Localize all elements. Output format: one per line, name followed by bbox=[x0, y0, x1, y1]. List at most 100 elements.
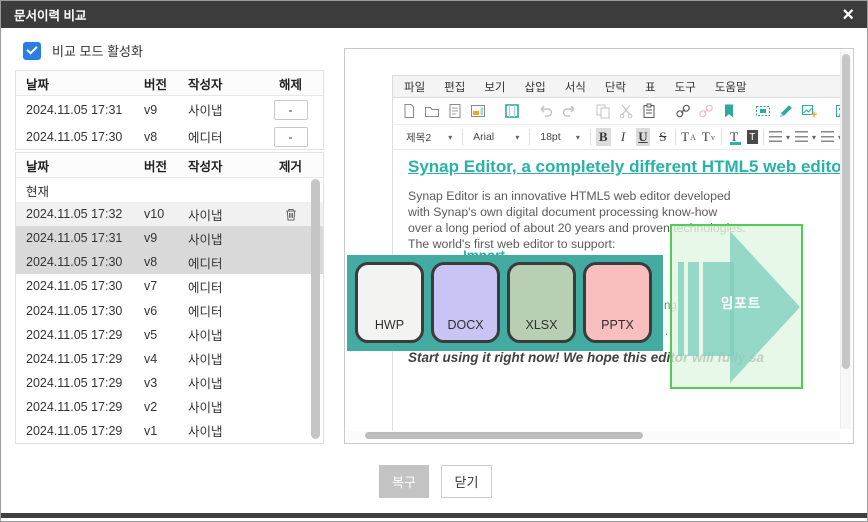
release-button[interactable]: - bbox=[274, 100, 308, 120]
trash-icon[interactable] bbox=[284, 207, 298, 222]
date-cell: 2024.11.05 17:29 bbox=[16, 328, 144, 342]
version-cell: v4 bbox=[144, 352, 188, 366]
image-add-icon[interactable] bbox=[801, 103, 817, 119]
highlight-color-icon[interactable]: T bbox=[747, 130, 759, 144]
history-table-row[interactable]: 2024.11.05 17:32v10사이냅 bbox=[16, 202, 323, 226]
unlink-icon[interactable] bbox=[698, 103, 714, 119]
release-cell: - bbox=[258, 127, 323, 147]
version-cell: v6 bbox=[144, 304, 188, 318]
font-grow-icon[interactable]: TA bbox=[681, 128, 696, 146]
paste-icon[interactable] bbox=[641, 103, 657, 119]
document-icon[interactable] bbox=[447, 103, 463, 119]
history-table-row[interactable]: 2024.11.05 17:30v7에디터 bbox=[16, 274, 323, 298]
menu-item-4[interactable]: 서식 bbox=[565, 79, 586, 95]
link-icon[interactable] bbox=[675, 103, 691, 119]
font-size-value: 18pt bbox=[540, 131, 560, 143]
history-table-row[interactable]: 2024.11.05 17:29v5사이냅 bbox=[16, 323, 323, 347]
menu-item-6[interactable]: 표 bbox=[645, 79, 656, 95]
author-cell: 사이냅 bbox=[188, 205, 258, 224]
format-card-pptx: PPTX bbox=[583, 262, 652, 343]
header-date: 날짜 bbox=[16, 74, 144, 93]
menu-item-5[interactable]: 단락 bbox=[605, 79, 626, 95]
date-cell: 2024.11.05 17:29 bbox=[16, 352, 144, 366]
paragraph-style-dropdown[interactable]: 제목2 ▾ bbox=[401, 128, 457, 146]
editor-menubar: 파일 편집 보기 삽입 서식 단락 표 도구 도움말 bbox=[392, 75, 842, 98]
editor-format-toolbar: 제목2 ▾ Arial ▾ 18pt ▾ B I U S TA Tv T T bbox=[392, 124, 842, 150]
text-color-icon[interactable]: T bbox=[727, 128, 742, 146]
date-cell: 현재 bbox=[16, 181, 144, 200]
menu-item-2[interactable]: 보기 bbox=[484, 79, 505, 95]
italic-button[interactable]: I bbox=[616, 128, 631, 146]
history-table-row[interactable]: 2024.11.05 17:30v8에디터 bbox=[16, 250, 323, 274]
preview-vertical-scrollbar[interactable] bbox=[840, 51, 851, 429]
format-card-label: XLSX bbox=[526, 318, 558, 332]
history-table-row[interactable]: 2024.11.05 17:31v9사이냅 bbox=[16, 226, 323, 250]
ocr-icon[interactable] bbox=[755, 103, 771, 119]
template-icon[interactable] bbox=[470, 103, 486, 119]
compare-mode-checkbox[interactable] bbox=[23, 42, 41, 60]
toolbar-divider bbox=[763, 129, 764, 145]
version-cell: v9 bbox=[144, 231, 188, 245]
numbered-list-icon[interactable]: ▾ bbox=[795, 131, 816, 143]
date-cell: 2024.11.05 17:32 bbox=[16, 207, 144, 221]
document-heading: Synap Editor, a completely different HTM… bbox=[408, 157, 843, 177]
menu-item-3[interactable]: 삽입 bbox=[525, 79, 546, 95]
history-table-row[interactable]: 2024.11.05 17:29v1사이냅 bbox=[16, 419, 323, 443]
release-button[interactable]: - bbox=[274, 127, 308, 147]
cut-icon[interactable] bbox=[618, 103, 634, 119]
paragraph-line: Synap Editor is an innovative HTML5 web … bbox=[408, 188, 746, 204]
menu-item-1[interactable]: 편집 bbox=[444, 79, 465, 95]
indent-list-icon[interactable]: ▾ bbox=[821, 131, 842, 143]
selected-table-header: 날짜 버전 작성자 해제 bbox=[16, 71, 323, 96]
menu-item-8[interactable]: 도움말 bbox=[715, 79, 747, 95]
header-version: 버전 bbox=[144, 74, 188, 93]
copy-icon[interactable] bbox=[595, 103, 611, 119]
author-cell: 에디터 bbox=[188, 277, 258, 296]
scrollbar-thumb[interactable] bbox=[842, 54, 850, 369]
format-card-label: PPTX bbox=[601, 318, 634, 332]
version-cell: v8 bbox=[144, 255, 188, 269]
format-card-label: DOCX bbox=[447, 318, 483, 332]
open-icon[interactable] bbox=[424, 103, 440, 119]
history-table-scrollbar[interactable] bbox=[311, 179, 321, 439]
redo-icon[interactable] bbox=[561, 103, 577, 119]
scrollbar-thumb[interactable] bbox=[311, 179, 320, 439]
bookmark-icon[interactable] bbox=[721, 103, 737, 119]
strikethrough-button[interactable]: S bbox=[655, 128, 670, 146]
menu-item-0[interactable]: 파일 bbox=[404, 79, 425, 95]
toolbar-divider bbox=[721, 129, 722, 145]
history-table-row[interactable]: 2024.11.05 17:29v4사이냅 bbox=[16, 347, 323, 371]
edit-pen-icon[interactable] bbox=[778, 103, 794, 119]
version-cell: v7 bbox=[144, 279, 188, 293]
history-table-row[interactable]: 2024.11.05 17:30v6에디터 bbox=[16, 298, 323, 322]
scrollbar-thumb[interactable] bbox=[365, 432, 643, 439]
header-release: 해제 bbox=[258, 74, 323, 93]
preview-horizontal-scrollbar[interactable] bbox=[347, 431, 840, 440]
author-cell: 사이냅 bbox=[188, 229, 258, 248]
close-button[interactable]: 닫기 bbox=[441, 465, 492, 498]
paragraph-line: with Synap's own digital document proces… bbox=[408, 204, 746, 220]
font-name-dropdown[interactable]: Arial ▾ bbox=[468, 128, 524, 146]
history-table-row[interactable]: 2024.11.05 17:29v2사이냅 bbox=[16, 395, 323, 419]
font-shrink-icon[interactable]: Tv bbox=[701, 128, 716, 146]
undo-icon[interactable] bbox=[538, 103, 554, 119]
bold-button[interactable]: B bbox=[596, 128, 611, 146]
version-cell: v5 bbox=[144, 328, 188, 342]
underline-button[interactable]: U bbox=[636, 128, 651, 146]
new-document-icon[interactable] bbox=[401, 103, 417, 119]
author-cell: 에디터 bbox=[188, 127, 258, 146]
chevron-down-icon: ▾ bbox=[515, 133, 519, 142]
history-table-row[interactable]: 2024.11.05 17:29v3사이냅 bbox=[16, 371, 323, 395]
close-icon[interactable]: × bbox=[842, 5, 854, 25]
bullet-list-icon[interactable]: ▾ bbox=[769, 131, 790, 143]
frame-icon[interactable] bbox=[504, 103, 520, 119]
restore-button[interactable]: 복구 bbox=[379, 465, 429, 498]
selected-table-row[interactable]: 2024.11.05 17:30v8에디터- bbox=[16, 123, 323, 150]
menu-item-7[interactable]: 도구 bbox=[675, 79, 696, 95]
import-arrow-overlay: 임포트 bbox=[670, 224, 803, 389]
font-size-dropdown[interactable]: 18pt ▾ bbox=[535, 128, 585, 146]
import-arrow-label: 임포트 bbox=[698, 292, 784, 312]
arrow-stripe bbox=[678, 262, 684, 356]
history-table-row[interactable]: 현재 bbox=[16, 178, 323, 202]
selected-table-row[interactable]: 2024.11.05 17:31v9사이냅- bbox=[16, 96, 323, 123]
